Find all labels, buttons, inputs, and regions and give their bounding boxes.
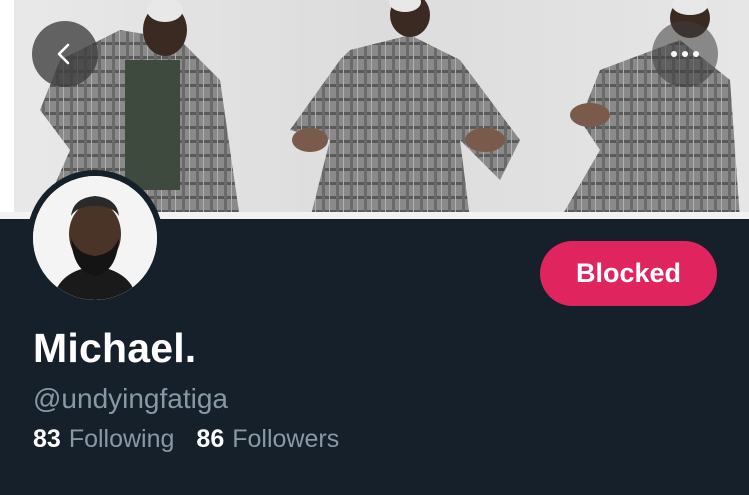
avatar[interactable] bbox=[33, 176, 157, 300]
blocked-button[interactable]: Blocked bbox=[540, 241, 717, 306]
back-button[interactable] bbox=[32, 21, 98, 87]
chevron-left-icon bbox=[57, 43, 70, 65]
display-name: Michael. bbox=[33, 325, 197, 371]
followers-count: 86 bbox=[196, 425, 225, 453]
following-count: 83 bbox=[33, 425, 61, 453]
avatar-photo bbox=[33, 176, 157, 300]
more-dots-icon bbox=[671, 51, 699, 57]
user-handle: @undyingfatiga bbox=[33, 383, 229, 414]
profile-stats: 83 Following 86 Followers bbox=[33, 425, 339, 454]
banner-figure-2 bbox=[290, 0, 520, 219]
avatar-ring bbox=[27, 170, 163, 306]
following-stat[interactable]: 83 Following bbox=[33, 425, 174, 454]
followers-stat[interactable]: 86 Followers bbox=[196, 425, 339, 454]
following-label: Following bbox=[68, 425, 175, 453]
followers-label: Followers bbox=[232, 425, 340, 453]
more-button[interactable] bbox=[652, 21, 718, 87]
banner-figure-3 bbox=[560, 0, 740, 219]
